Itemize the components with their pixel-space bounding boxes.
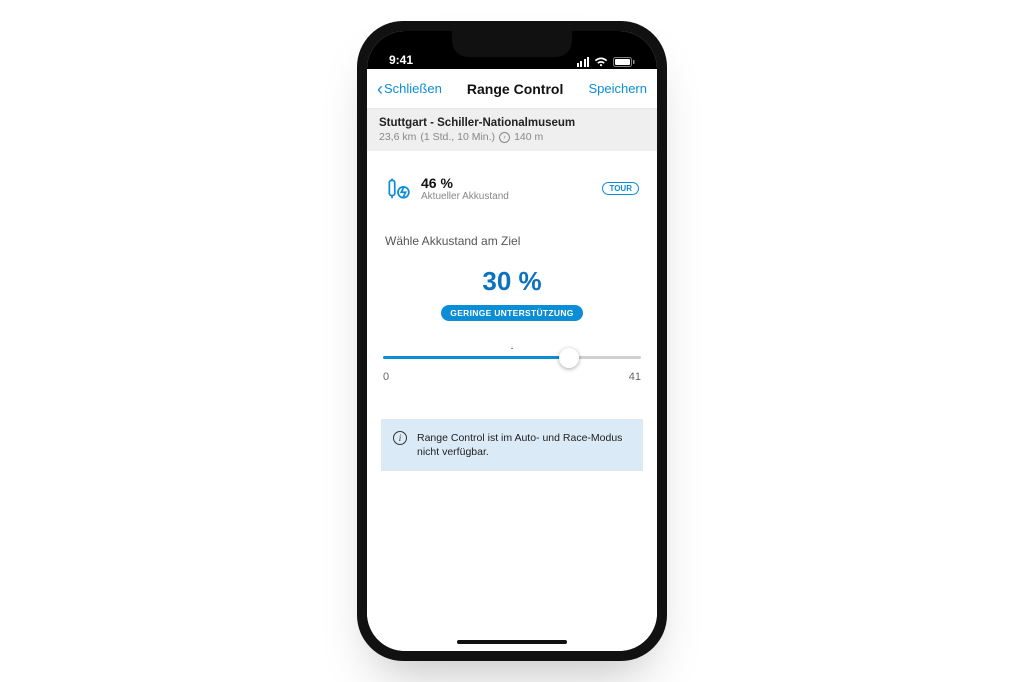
screen: 9:41 ‹ Schließen Range Control Speichern <box>367 31 657 651</box>
home-indicator[interactable] <box>457 640 567 644</box>
route-duration: (1 Std., 10 Min.) <box>420 131 495 143</box>
chevron-left-icon: ‹ <box>377 80 383 98</box>
battery-percent: 46 % <box>421 175 509 191</box>
slider-labels: 0 41 <box>381 371 643 383</box>
wifi-icon <box>594 57 608 67</box>
save-button[interactable]: Speichern <box>588 81 647 96</box>
notch <box>452 31 572 57</box>
route-distance: 23,6 km <box>379 131 416 143</box>
elevation-icon: › <box>499 132 510 143</box>
status-time: 9:41 <box>389 53 413 67</box>
route-details: 23,6 km (1 Std., 10 Min.) › 140 m <box>379 131 645 143</box>
target-percent: 30 % <box>381 266 643 297</box>
ebike-icon <box>385 176 411 202</box>
slider-track <box>383 356 641 359</box>
info-box: i Range Control ist im Auto- und Race-Mo… <box>381 419 643 471</box>
nav-bar: ‹ Schließen Range Control Speichern <box>367 69 657 109</box>
route-title: Stuttgart - Schiller-Nationalmuseum <box>379 117 645 129</box>
content: 46 % Aktueller Akkustand TOUR Wähle Akku… <box>367 151 657 651</box>
target-section-label: Wähle Akkustand am Ziel <box>381 234 643 248</box>
slider-tick: . <box>381 341 643 352</box>
slider-min: 0 <box>383 371 389 383</box>
battery-text: 46 % Aktueller Akkustand <box>421 175 509 202</box>
cellular-icon <box>577 57 590 67</box>
back-button[interactable]: ‹ Schließen <box>377 80 442 98</box>
route-elevation: 140 m <box>514 131 543 143</box>
slider-max: 41 <box>629 371 641 383</box>
slider-fill <box>383 356 569 359</box>
page-title: Range Control <box>467 81 563 97</box>
assist-level-badge: GERINGE UNTERSTÜTZUNG <box>441 305 582 321</box>
mode-badge: TOUR <box>602 182 639 195</box>
current-battery-row: 46 % Aktueller Akkustand TOUR <box>381 151 643 210</box>
back-label: Schließen <box>384 81 442 96</box>
status-indicators <box>577 57 636 67</box>
battery-label: Aktueller Akkustand <box>421 191 509 202</box>
info-text: Range Control ist im Auto- und Race-Modu… <box>417 431 631 459</box>
target-slider[interactable] <box>381 356 643 359</box>
battery-icon <box>613 57 635 67</box>
target-block: 30 % GERINGE UNTERSTÜTZUNG <box>381 266 643 321</box>
phone-frame: 9:41 ‹ Schließen Range Control Speichern <box>357 21 667 661</box>
route-summary: Stuttgart - Schiller-Nationalmuseum 23,6… <box>367 109 657 151</box>
info-icon: i <box>393 431 407 445</box>
slider-thumb[interactable] <box>559 348 579 368</box>
